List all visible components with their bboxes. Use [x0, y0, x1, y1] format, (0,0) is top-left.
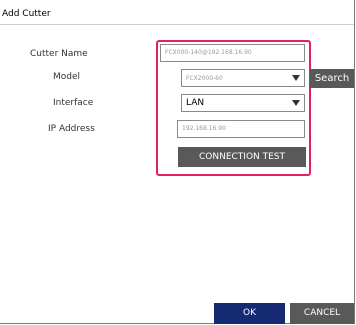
- cutter-name-label: Cutter Name: [30, 49, 88, 59]
- interface-select[interactable]: LAN: [181, 94, 305, 112]
- title-divider: [0, 24, 354, 25]
- chevron-down-icon: [292, 75, 300, 81]
- add-cutter-dialog: Add Cutter Cutter Name Model Interface I…: [0, 0, 355, 324]
- interface-select-value: LAN: [186, 98, 205, 108]
- ip-address-label: IP Address: [48, 124, 95, 134]
- search-button[interactable]: Search: [310, 69, 354, 88]
- model-label: Model: [53, 72, 81, 82]
- model-select-value: FCX2000-60: [186, 75, 223, 82]
- chevron-down-icon: [292, 100, 300, 106]
- ok-button[interactable]: OK: [214, 303, 285, 324]
- model-select[interactable]: FCX2000-60: [181, 69, 305, 87]
- interface-label: Interface: [53, 98, 94, 108]
- cancel-button[interactable]: CANCEL: [290, 303, 354, 324]
- connection-test-button[interactable]: CONNECTION TEST: [178, 147, 306, 167]
- cutter-name-input[interactable]: FCX000-140@192.168.16.90: [160, 44, 305, 62]
- ip-address-input[interactable]: 192.168.16.90: [177, 120, 305, 138]
- dialog-title: Add Cutter: [2, 9, 51, 19]
